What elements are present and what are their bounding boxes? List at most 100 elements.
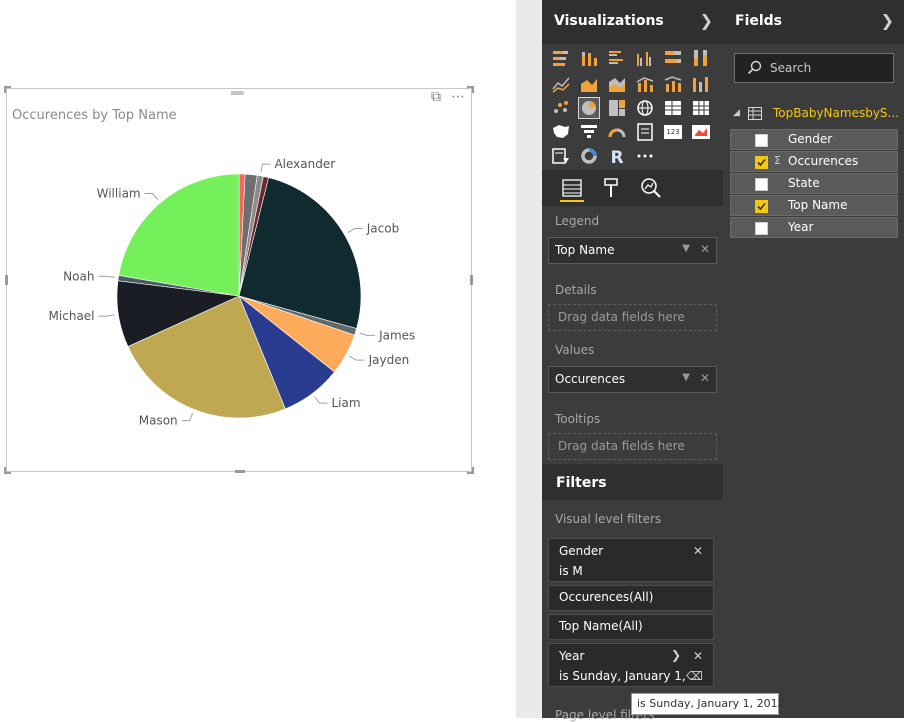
fields-title: Fields: [735, 13, 783, 29]
checkbox-checked[interactable]: [755, 156, 768, 169]
leader-line: [181, 412, 194, 422]
filled-map-icon[interactable]: [551, 122, 571, 142]
leader-line: [98, 275, 115, 278]
scatter-chart-icon[interactable]: [551, 98, 571, 118]
100-stacked-column-icon[interactable]: [691, 48, 711, 68]
leader-line: [144, 193, 159, 200]
resize-handle[interactable]: [472, 467, 474, 474]
more-visuals-icon[interactable]: [635, 146, 655, 166]
field-row[interactable]: Top Name: [730, 195, 898, 216]
resize-handle[interactable]: [4, 86, 6, 93]
pie-slice-label: James: [378, 328, 415, 342]
values-field-well[interactable]: Occurences ▼ ✕: [548, 366, 717, 393]
field-row[interactable]: Year: [730, 217, 898, 238]
card-icon[interactable]: 123: [663, 122, 683, 142]
stacked-bar-chart-icon[interactable]: [551, 48, 571, 68]
funnel-icon[interactable]: [579, 122, 599, 142]
map-icon[interactable]: [635, 98, 655, 118]
filter-title: Year: [559, 649, 585, 663]
filters-title: Filters: [556, 475, 607, 491]
kpi-icon[interactable]: [691, 122, 711, 142]
pie-slice-label: Liam: [331, 396, 360, 410]
table-node[interactable]: ◢ TopBabyNamesbyS...: [733, 105, 903, 123]
tooltips-placeholder: Drag data fields here: [558, 439, 685, 453]
visualizations-pane: Visualizations ❯ 123 R Legend Top Name ▼…: [542, 0, 723, 722]
100-stacked-bar-icon[interactable]: [663, 48, 683, 68]
matrix-icon[interactable]: [691, 98, 711, 118]
multi-row-card-icon[interactable]: [635, 122, 655, 142]
svg-text:R: R: [610, 148, 623, 166]
line-stacked-column-icon[interactable]: [663, 74, 683, 94]
legend-field-well[interactable]: Top Name ▼ ✕: [548, 237, 717, 264]
pie-slice-label: Mason: [139, 414, 178, 428]
visualizations-header: Visualizations ❯: [542, 0, 723, 44]
clustered-column-chart-icon[interactable]: [635, 48, 655, 68]
pie-chart-icon[interactable]: [578, 97, 600, 119]
fields-pane: Fields ❯ Search ◢ TopBabyNamesbyS... Gen…: [723, 0, 904, 718]
pie-slice-label: Michael: [49, 309, 95, 323]
remove-field-icon[interactable]: ✕: [700, 242, 710, 256]
resize-handle[interactable]: [472, 86, 474, 93]
details-drop-zone[interactable]: Drag data fields here: [548, 304, 717, 331]
field-row[interactable]: State: [730, 173, 898, 194]
r-script-visual-icon[interactable]: R: [607, 146, 627, 166]
close-icon[interactable]: ✕: [693, 649, 703, 663]
collapse-fields-icon[interactable]: ❯: [881, 11, 894, 30]
table-icon: [748, 107, 762, 120]
filter-card-top-name[interactable]: Top Name(All): [548, 614, 714, 640]
chevron-down-icon[interactable]: ❯: [671, 648, 681, 662]
visual-level-filters-label: Visual level filters: [555, 512, 662, 526]
pie-chart-visual[interactable]: ══ ⧉ ⋯ Occurences by Top Name Alexander J…: [4, 86, 474, 474]
area-chart-icon[interactable]: [579, 74, 599, 94]
chevron-down-icon[interactable]: ▼: [682, 243, 690, 254]
search-input[interactable]: Search: [734, 53, 894, 83]
field-label: Occurences: [788, 154, 859, 168]
filter-condition: is Sunday, January 1, ...: [559, 669, 701, 683]
filter-title: Occurences(All): [559, 590, 654, 604]
line-clustered-column-icon[interactable]: [635, 74, 655, 94]
field-label: Gender: [788, 132, 833, 146]
eraser-icon[interactable]: ⌫: [686, 669, 703, 683]
filter-card-occurences[interactable]: Occurences(All): [548, 585, 714, 611]
analytics-magnifier-icon[interactable]: [639, 176, 663, 200]
collapse-visualizations-icon[interactable]: ❯: [700, 11, 713, 30]
donut-chart-icon[interactable]: [579, 146, 599, 166]
resize-handle[interactable]: [470, 275, 473, 285]
stacked-area-chart-icon[interactable]: [607, 74, 627, 94]
checkbox[interactable]: [755, 134, 768, 147]
close-icon[interactable]: ✕: [693, 544, 703, 558]
resize-handle[interactable]: [4, 467, 6, 474]
filters-header: Filters: [542, 464, 723, 500]
tooltips-drop-zone[interactable]: Drag data fields here: [548, 433, 717, 460]
checkbox[interactable]: [755, 222, 768, 235]
expand-triangle-icon[interactable]: ◢: [733, 108, 740, 118]
filter-card-gender[interactable]: Gender ✕ is M: [548, 538, 714, 582]
table-icon[interactable]: [663, 98, 683, 118]
pane-divider: [516, 0, 542, 718]
line-chart-icon[interactable]: [551, 74, 571, 94]
fields-tab-icon[interactable]: [560, 176, 584, 202]
stacked-column-chart-icon[interactable]: [579, 48, 599, 68]
report-canvas: ══ ⧉ ⋯ Occurences by Top Name Alexander J…: [0, 0, 516, 718]
format-paint-roller-icon[interactable]: [599, 176, 623, 200]
checkbox-checked[interactable]: [755, 200, 768, 213]
resize-handle[interactable]: [235, 470, 245, 473]
remove-field-icon[interactable]: ✕: [700, 371, 710, 385]
field-row[interactable]: Gender: [730, 129, 898, 150]
ribbon-chart-icon[interactable]: [691, 74, 711, 94]
filter-card-year[interactable]: Year ❯ ✕ is Sunday, January 1, ... ⌫: [548, 643, 714, 687]
pie-chart[interactable]: Alexander Jacob James Jayden Liam Mason Michae…: [7, 89, 471, 471]
slicer-icon[interactable]: [551, 146, 571, 166]
field-row[interactable]: Σ Occurences: [730, 151, 898, 172]
chevron-down-icon[interactable]: ▼: [682, 372, 690, 383]
search-placeholder: Search: [770, 61, 812, 75]
tooltips-label: Tooltips: [555, 412, 601, 426]
checkbox[interactable]: [755, 178, 768, 191]
fields-header: Fields ❯: [723, 0, 904, 44]
treemap-icon[interactable]: [607, 98, 627, 118]
clustered-bar-chart-icon[interactable]: [607, 48, 627, 68]
gauge-icon[interactable]: [607, 122, 627, 142]
pane-tabs: [542, 170, 723, 206]
field-label: State: [788, 176, 820, 190]
resize-handle[interactable]: [5, 275, 8, 285]
